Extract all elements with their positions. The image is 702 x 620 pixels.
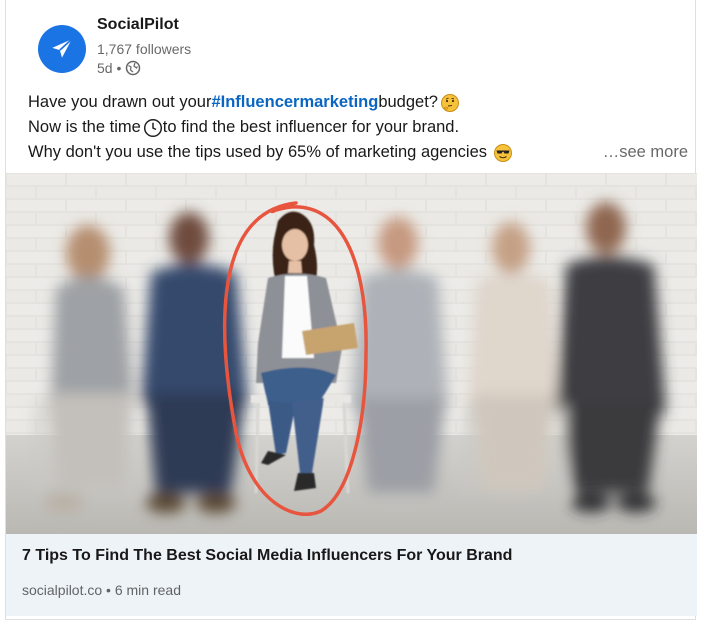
globe-icon (126, 60, 141, 76)
paper-plane-icon (52, 38, 73, 58)
article-photo (6, 173, 697, 534)
sunglasses-face-icon (494, 143, 512, 162)
hashtag-link[interactable]: #Influencermarketing (211, 90, 378, 115)
text-segment: to find the best influencer for your bra… (162, 118, 460, 136)
text-segment: Why don't you use the tips used by 65% o… (28, 143, 487, 161)
text-segment: budget? (378, 93, 438, 111)
text-segment: Now is the time (28, 118, 141, 136)
article-source: socialpilot.co • 6 min read (22, 582, 181, 598)
see-more-link[interactable]: …see more (603, 140, 688, 165)
post-line-3: Why don't you use the tips used by 65% o… (28, 140, 688, 165)
post-text: Have you drawn out your #Influencermarke… (28, 90, 688, 165)
article-link[interactable]: 7 Tips To Find The Best Social Media Inf… (6, 534, 697, 616)
company-logo[interactable] (38, 25, 86, 73)
article-image[interactable] (6, 173, 697, 534)
post-time: 5d • (97, 60, 122, 76)
text-segment: Have you drawn out your (28, 93, 212, 111)
post-line-1: Have you drawn out your #Influencermarke… (28, 90, 688, 115)
thinking-face-icon (440, 93, 459, 112)
follower-count: 1,767 followers (97, 41, 192, 57)
post-time-row: 5d • (97, 59, 191, 77)
clock-icon (143, 118, 162, 137)
company-name[interactable]: SocialPilot (97, 14, 191, 36)
post-card: SocialPilot 1,767 followers 5d • Have yo… (5, 0, 697, 620)
post-header: SocialPilot 1,767 followers 5d • (31, 14, 671, 84)
post-meta: SocialPilot 1,767 followers 5d • (97, 14, 191, 77)
article-title[interactable]: 7 Tips To Find The Best Social Media Inf… (22, 547, 512, 565)
post-line-2: Now is the time to find the best influen… (28, 115, 688, 140)
